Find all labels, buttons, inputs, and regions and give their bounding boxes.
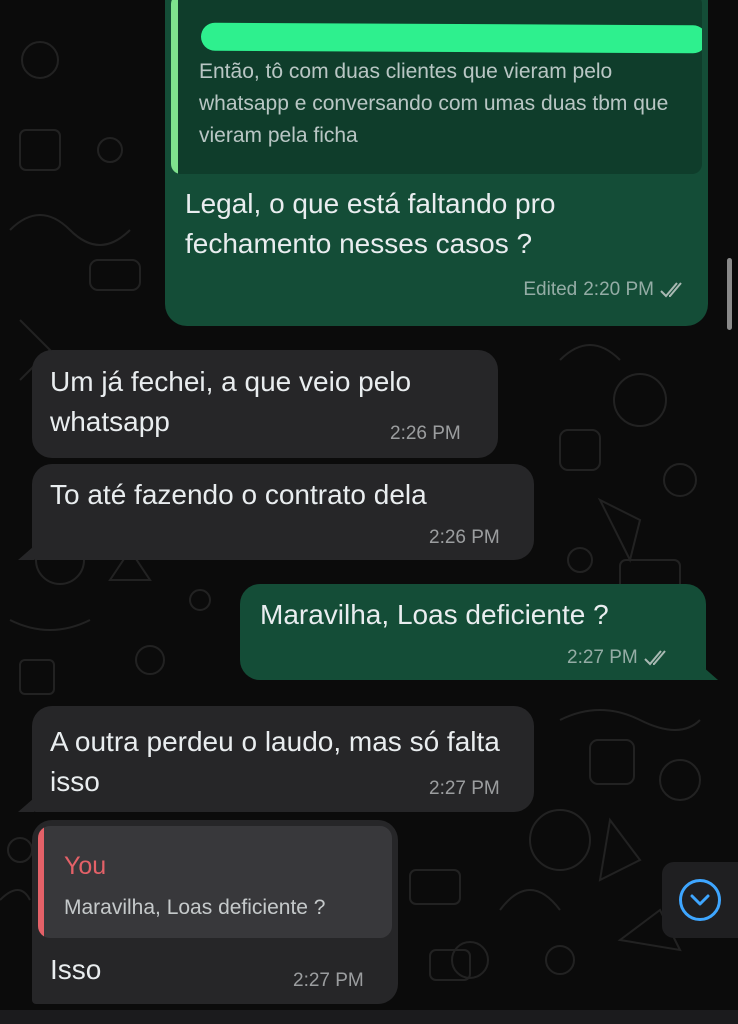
message-meta: Edited 2:20 PM <box>523 279 686 301</box>
message-text: Legal, o que está faltando pro fechament… <box>185 188 556 259</box>
message-time: 2:27 PM <box>429 778 500 799</box>
message-time: 2:26 PM <box>390 423 461 444</box>
scrollbar[interactable] <box>727 258 732 330</box>
bubble-tail <box>18 798 34 812</box>
bubble-tail <box>18 546 34 560</box>
message-time: 2:27 PM <box>567 647 638 668</box>
edited-label: Edited <box>523 279 578 300</box>
scroll-to-bottom-button[interactable] <box>662 862 738 938</box>
chevron-down-icon <box>679 879 721 921</box>
read-ticks-icon <box>644 650 670 666</box>
message-time: 2:26 PM <box>429 527 500 548</box>
quote-accent-bar <box>38 826 44 938</box>
quoted-message[interactable]: You Maravilha, Loas deficiente ? <box>38 826 392 938</box>
bubble-tail <box>702 666 718 680</box>
quoted-message[interactable]: Então, tô com duas clientes que vieram p… <box>171 0 702 174</box>
read-ticks-icon <box>660 282 686 298</box>
message-text: Isso <box>50 954 102 985</box>
message-text: Maravilha, Loas deficiente ? <box>260 599 609 630</box>
message-text: To até fazendo o contrato dela <box>50 479 427 510</box>
quoted-author: You <box>64 852 107 880</box>
message-time: 2:27 PM <box>293 970 364 991</box>
redacted-author-scribble <box>200 22 702 54</box>
quoted-message-text: Maravilha, Loas deficiente ? <box>64 896 326 919</box>
message-meta: 2:27 PM <box>567 647 670 669</box>
quote-accent-bar <box>171 0 178 174</box>
composer-bar-edge <box>0 1010 738 1024</box>
message-time: 2:20 PM <box>583 279 654 300</box>
outgoing-message-bubble[interactable]: Então, tô com duas clientes que vieram p… <box>165 0 708 326</box>
quoted-message-text: Então, tô com duas clientes que vieram p… <box>199 60 669 147</box>
